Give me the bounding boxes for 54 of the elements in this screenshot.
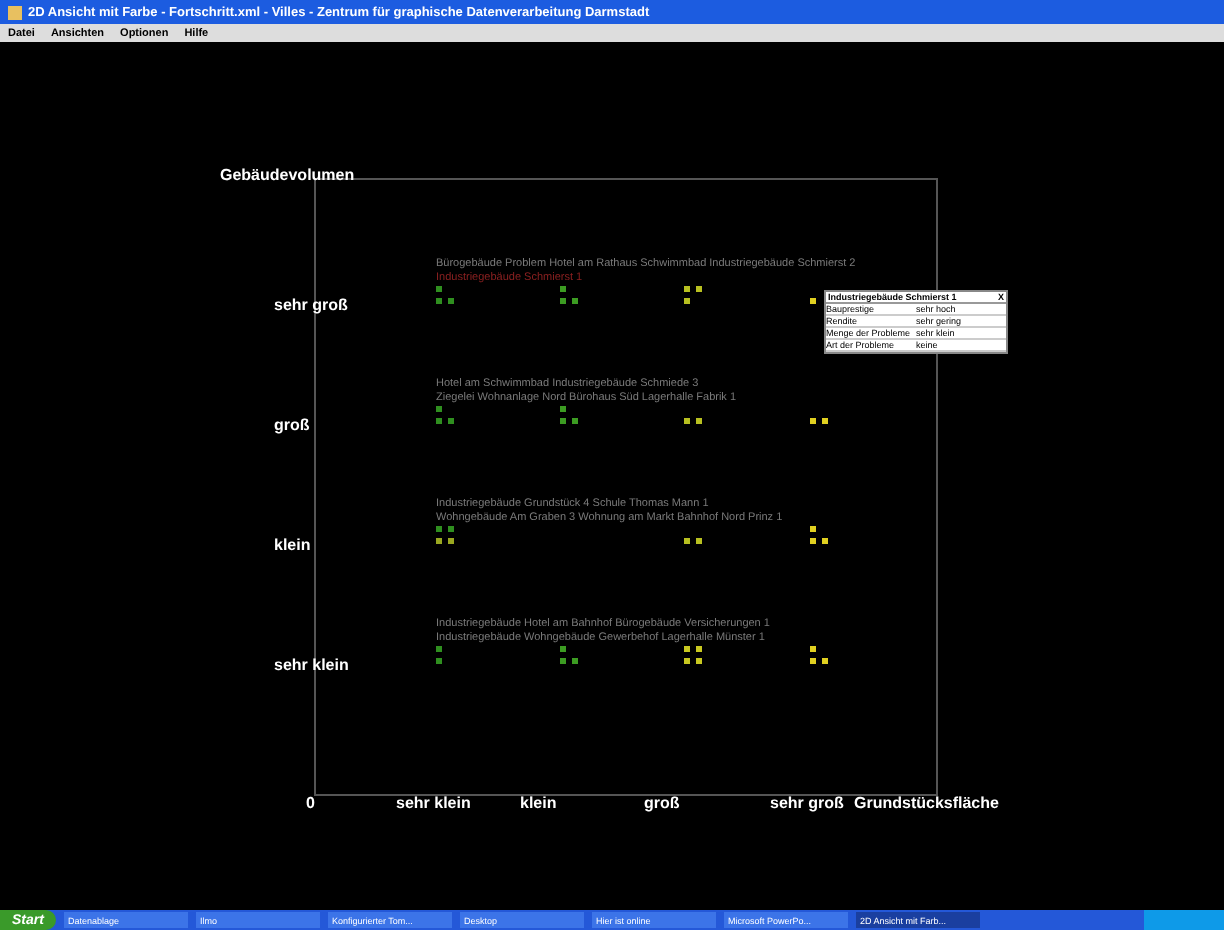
data-point[interactable] [560, 418, 566, 424]
data-point[interactable] [684, 298, 690, 304]
data-point[interactable] [448, 298, 454, 304]
y-axis-label: klein [274, 536, 311, 554]
data-point[interactable] [696, 286, 702, 292]
x-axis-label: sehr klein [396, 794, 471, 812]
data-point[interactable] [436, 298, 442, 304]
data-point[interactable] [436, 418, 442, 424]
data-point[interactable] [810, 298, 816, 304]
data-point[interactable] [436, 658, 442, 664]
data-point[interactable] [572, 418, 578, 424]
data-point[interactable] [696, 538, 702, 544]
data-point[interactable] [436, 286, 442, 292]
origin-label: 0 [306, 794, 315, 812]
x-axis-label: groß [644, 794, 680, 812]
data-point[interactable] [684, 538, 690, 544]
y-axis-title: Gebäudevolumen [220, 166, 355, 184]
data-point[interactable] [560, 646, 566, 652]
data-point[interactable] [822, 418, 828, 424]
data-point[interactable] [810, 658, 816, 664]
data-point[interactable] [684, 646, 690, 652]
data-point[interactable] [560, 406, 566, 412]
y-axis-label: sehr groß [274, 296, 348, 314]
data-point[interactable] [810, 538, 816, 544]
data-point[interactable] [436, 646, 442, 652]
y-axis-label: groß [274, 416, 310, 434]
data-point[interactable] [560, 658, 566, 664]
data-point[interactable] [696, 418, 702, 424]
system-tray [1144, 910, 1224, 930]
data-point[interactable] [560, 286, 566, 292]
data-point[interactable] [572, 658, 578, 664]
data-point[interactable] [822, 658, 828, 664]
data-point[interactable] [696, 646, 702, 652]
x-axis-label: klein [520, 794, 557, 812]
data-point[interactable] [684, 418, 690, 424]
data-point[interactable] [810, 526, 816, 532]
y-axis-label: sehr klein [274, 656, 349, 674]
data-point[interactable] [448, 526, 454, 532]
data-point[interactable] [684, 658, 690, 664]
data-point[interactable] [436, 526, 442, 532]
data-point[interactable] [810, 418, 816, 424]
data-point[interactable] [822, 538, 828, 544]
app-icon [8, 5, 22, 19]
x-axis-label: sehr groß [770, 794, 844, 812]
data-point[interactable] [572, 298, 578, 304]
x-axis-title: Grundstücksfläche [854, 794, 999, 812]
data-point[interactable] [684, 286, 690, 292]
data-point[interactable] [436, 406, 442, 412]
data-point[interactable] [560, 298, 566, 304]
data-point[interactable] [696, 658, 702, 664]
data-point[interactable] [810, 646, 816, 652]
data-point[interactable] [448, 418, 454, 424]
data-point[interactable] [448, 538, 454, 544]
data-point[interactable] [436, 538, 442, 544]
